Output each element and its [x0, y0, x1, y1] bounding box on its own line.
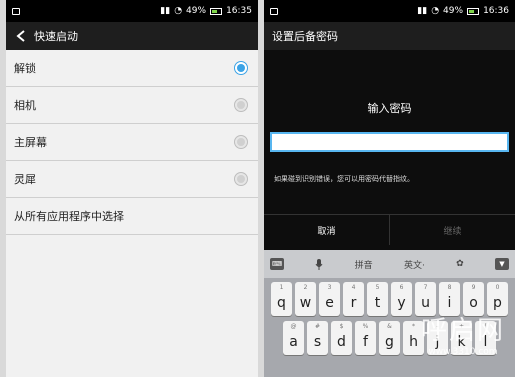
- key-label: t: [374, 295, 381, 311]
- key-y[interactable]: 6y: [391, 282, 412, 316]
- key-secondary-label: 2: [303, 284, 308, 291]
- key-t[interactable]: 5t: [367, 282, 388, 316]
- key-label: r: [350, 295, 357, 311]
- key-s[interactable]: # s: [307, 321, 328, 355]
- watermark-logo: 呼启网 www.3310.com: [421, 310, 505, 357]
- english-mode-button[interactable]: 英文·: [404, 258, 425, 271]
- signal-icon: ▮▮: [160, 6, 171, 16]
- key-secondary-label: 3: [327, 284, 332, 291]
- list-item-label: 解锁: [14, 62, 36, 75]
- wifi-icon: ◔: [431, 6, 440, 16]
- key-q[interactable]: 1q: [271, 282, 292, 316]
- key-e[interactable]: 3e: [319, 282, 340, 316]
- continue-button[interactable]: 继续: [390, 215, 515, 245]
- notification-icon: [270, 7, 278, 15]
- keyboard-toolbar: ⌨ 拼音 英文· ✿ ▼: [264, 250, 515, 278]
- key-secondary-label: #: [314, 323, 321, 330]
- action-bar: 快速启动: [6, 22, 258, 50]
- page-title: 设置后备密码: [272, 30, 338, 43]
- list-item-unlock[interactable]: 解锁: [6, 50, 258, 87]
- key-label: a: [289, 334, 298, 350]
- key-secondary-label: 6: [399, 284, 404, 291]
- key-w[interactable]: 2w: [295, 282, 316, 316]
- screenshot-frame: ▮▮ ◔ 49% 16:35 快速启动 解锁 相机 主屏幕 灵犀 从所有应用程序…: [0, 0, 515, 377]
- key-label: p: [493, 295, 502, 311]
- key-label: i: [447, 295, 452, 311]
- key-f[interactable]: % f: [355, 321, 376, 355]
- action-bar: 设置后备密码: [264, 22, 515, 50]
- pinyin-mode-button[interactable]: 拼音: [355, 258, 373, 271]
- key-secondary-label: 9: [471, 284, 476, 291]
- radio-button[interactable]: [234, 172, 248, 186]
- signal-icon: ▮▮: [417, 6, 428, 16]
- list-item-lingxi[interactable]: 灵犀: [6, 161, 258, 198]
- key-label: u: [421, 295, 430, 311]
- key-label: w: [299, 295, 312, 311]
- radio-button[interactable]: [234, 98, 248, 112]
- settings-flower-icon[interactable]: ✿: [456, 259, 464, 269]
- list-item-label: 灵犀: [14, 173, 36, 186]
- key-secondary-label: 5: [375, 284, 380, 291]
- watermark-title: 呼启网: [420, 316, 505, 346]
- quick-launch-list: 解锁 相机 主屏幕 灵犀 从所有应用程序中选择: [6, 50, 258, 235]
- clock: 16:35: [226, 6, 252, 16]
- microphone-icon[interactable]: [315, 258, 323, 270]
- notification-icon: [12, 7, 20, 15]
- key-secondary-label: 4: [351, 284, 356, 291]
- battery-icon: [467, 7, 480, 15]
- key-secondary-label: 1: [279, 284, 284, 291]
- key-secondary-label: @: [290, 323, 297, 330]
- key-label: d: [337, 334, 346, 350]
- key-label: g: [385, 334, 394, 350]
- watermark-url: www.3310.com: [428, 347, 498, 357]
- hint-text: 如果碰到识别错误，您可以用密码代替指纹。: [274, 175, 414, 183]
- radio-button-selected[interactable]: [234, 61, 248, 75]
- key-d[interactable]: $ d: [331, 321, 352, 355]
- list-item-label: 相机: [14, 99, 36, 112]
- key-label: y: [397, 295, 406, 311]
- key-a[interactable]: @ a: [283, 321, 304, 355]
- list-item-camera[interactable]: 相机: [6, 87, 258, 124]
- battery-icon: [210, 7, 223, 15]
- key-secondary-label: $: [339, 323, 344, 330]
- key-secondary-label: 0: [495, 284, 500, 291]
- battery-percent: 49%: [186, 6, 207, 16]
- key-label: e: [325, 295, 334, 311]
- key-secondary-label: %: [362, 323, 369, 330]
- key-secondary-label: 7: [423, 284, 428, 291]
- list-item-label: 从所有应用程序中选择: [14, 210, 124, 223]
- key-secondary-label: 8: [447, 284, 452, 291]
- clock: 16:36: [483, 6, 509, 16]
- page-title: 快速启动: [34, 30, 78, 43]
- key-label: s: [313, 334, 322, 350]
- wifi-icon: ◔: [174, 6, 183, 16]
- list-item-home-screen[interactable]: 主屏幕: [6, 124, 258, 161]
- list-item-label: 主屏幕: [14, 136, 47, 149]
- key-label: q: [277, 295, 286, 311]
- password-prompt: 输入密码: [367, 102, 412, 115]
- key-secondary-label: &: [387, 323, 392, 330]
- dialog-actions: 取消 继续: [264, 214, 515, 245]
- key-r[interactable]: 4r: [343, 282, 364, 316]
- radio-button[interactable]: [234, 135, 248, 149]
- key-label: h: [409, 334, 418, 350]
- back-arrow-icon[interactable]: [14, 29, 28, 43]
- keyboard-app-icon[interactable]: ⌨: [270, 258, 284, 270]
- status-bar: ▮▮ ◔ 49% 16:36: [264, 0, 515, 22]
- battery-percent: 49%: [443, 6, 464, 16]
- key-g[interactable]: & g: [379, 321, 400, 355]
- quick-launch-screen: ▮▮ ◔ 49% 16:35 快速启动 解锁 相机 主屏幕 灵犀 从所有应用程序…: [6, 0, 258, 377]
- cancel-button[interactable]: 取消: [264, 215, 390, 245]
- key-label: f: [363, 334, 368, 350]
- password-input[interactable]: [270, 132, 509, 152]
- hide-keyboard-icon[interactable]: ▼: [495, 258, 509, 270]
- key-label: o: [469, 295, 478, 311]
- status-bar: ▮▮ ◔ 49% 16:35: [6, 0, 258, 22]
- list-item-choose-app[interactable]: 从所有应用程序中选择: [6, 198, 258, 235]
